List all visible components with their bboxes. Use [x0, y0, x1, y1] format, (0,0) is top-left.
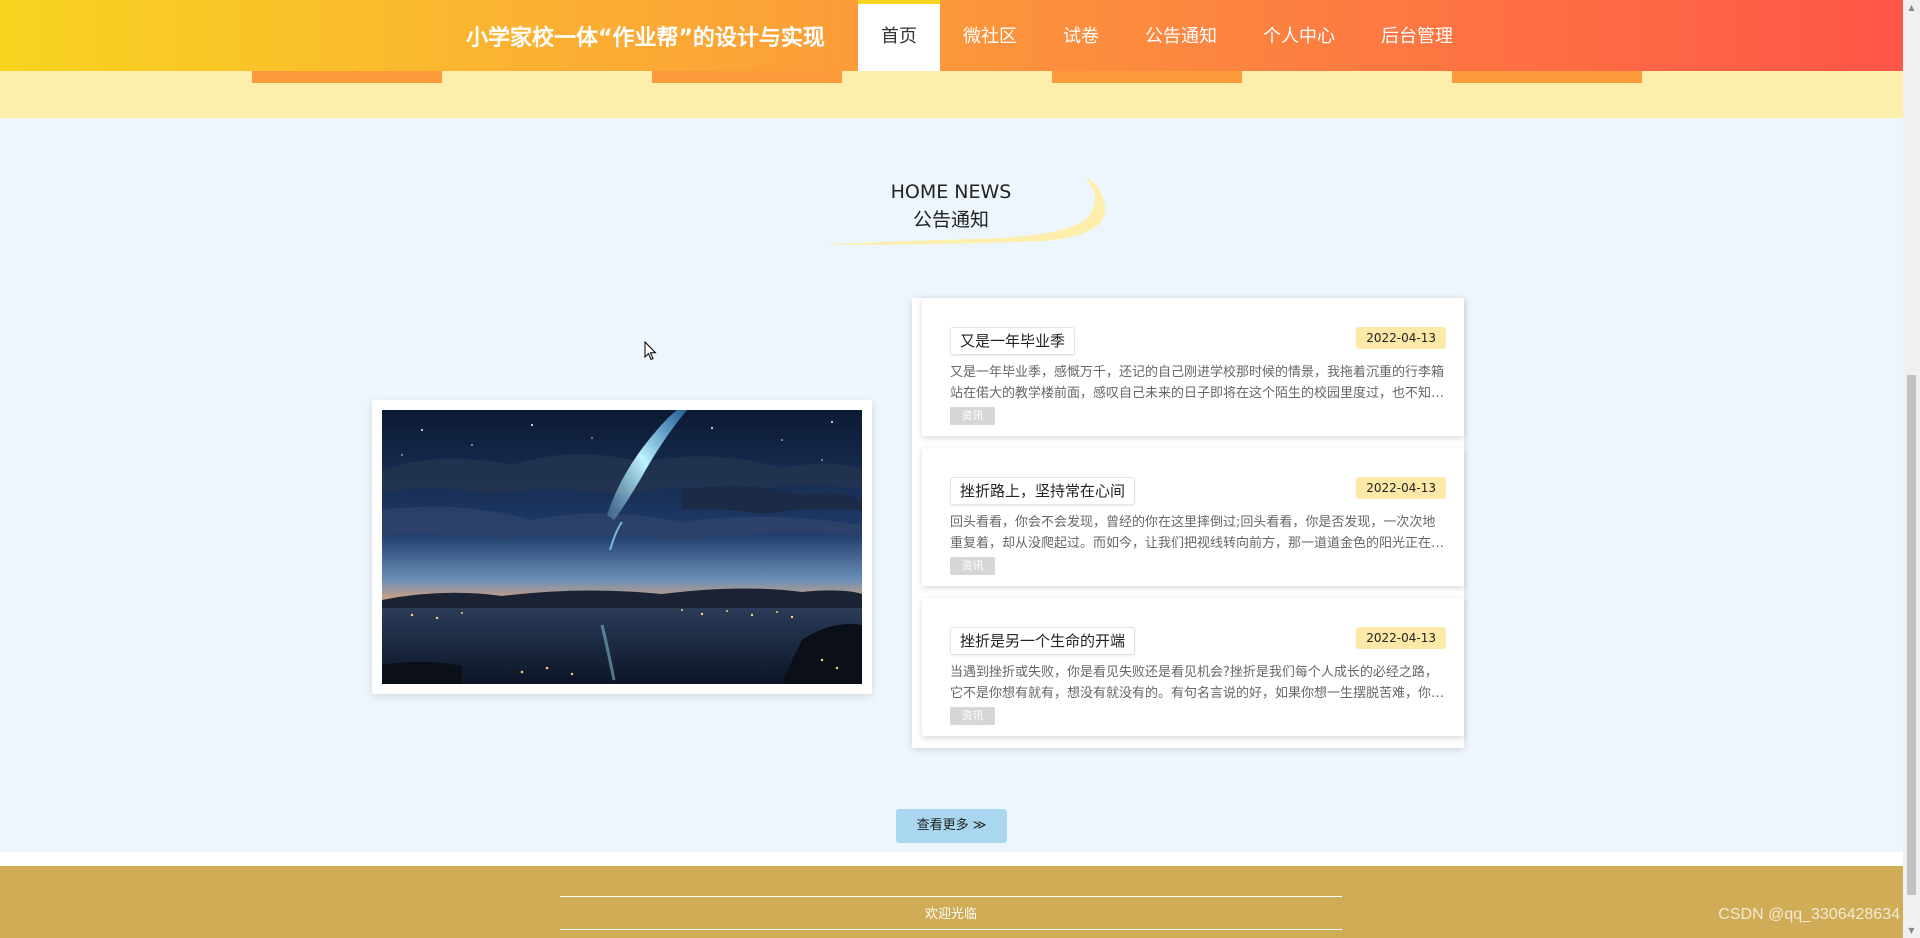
nav-item-exam[interactable]: 试卷	[1040, 0, 1122, 71]
main-nav: 首页 微社区 试卷 公告通知 个人中心 后台管理	[858, 0, 1476, 75]
news-summary: 又是一年毕业季，感慨万千，还记的自己刚进学校那时候的情景，我拖着沉重的行李箱站在…	[950, 365, 1445, 401]
footer-welcome-text: 欢迎光临	[924, 907, 977, 922]
news-item[interactable]: 挫折是另一个生命的开端 2022-04-13 当遇到挫折或失败，你是看见失败还是…	[922, 598, 1464, 736]
nav-item-profile[interactable]: 个人中心	[1240, 0, 1358, 71]
nav-item-community[interactable]: 微社区	[940, 0, 1040, 71]
footer-divider	[560, 929, 1342, 930]
news-title[interactable]: 挫折是另一个生命的开端	[950, 627, 1136, 655]
top-navbar: 小学家校一体“作业帮”的设计与实现 首页 微社区 试卷 公告通知 个人中心 后台…	[0, 0, 1903, 75]
news-tag: 资讯	[950, 407, 995, 425]
footer-divider	[560, 896, 1342, 897]
view-more-button[interactable]: 查看更多 ≫	[896, 809, 1007, 843]
nav-item-home[interactable]: 首页	[858, 0, 940, 75]
news-date-badge: 2022-04-13	[1356, 327, 1446, 349]
view-more-label: 查看更多	[916, 818, 969, 833]
footer-spacer	[0, 852, 1903, 866]
news-list: 又是一年毕业季 2022-04-13 又是一年毕业季，感慨万千，还记的自己刚进学…	[912, 298, 1464, 748]
footer: 欢迎光临	[0, 866, 1903, 938]
scroll-down-arrow-icon[interactable]: ▼	[1907, 926, 1916, 935]
decor-tab	[652, 71, 842, 83]
news-date-badge: 2022-04-13	[1356, 477, 1446, 499]
section-title-en: HOME NEWS	[890, 181, 1012, 203]
nav-item-admin[interactable]: 后台管理	[1358, 0, 1476, 71]
scrollbar-thumb[interactable]	[1907, 375, 1916, 895]
decor-tab	[252, 71, 442, 83]
nav-item-notice[interactable]: 公告通知	[1122, 0, 1240, 71]
sub-banner-strip	[0, 71, 1903, 118]
site-title[interactable]: 小学家校一体“作业帮”的设计与实现	[466, 20, 825, 52]
news-summary: 当遇到挫折或失败，你是看见失败还是看见机会?挫折是我们每个人成长的必经之路，它不…	[950, 665, 1445, 701]
news-title[interactable]: 挫折路上，坚持常在心间	[950, 477, 1136, 505]
news-image-card[interactable]	[372, 400, 872, 694]
mouse-cursor-icon	[644, 341, 657, 361]
vertical-scrollbar[interactable]: ▲ ▼	[1903, 0, 1920, 938]
scroll-up-arrow-icon[interactable]: ▲	[1907, 3, 1916, 12]
news-item[interactable]: 又是一年毕业季 2022-04-13 又是一年毕业季，感慨万千，还记的自己刚进学…	[922, 298, 1464, 436]
news-summary: 回头看看，你会不会发现，曾经的你在这里摔倒过;回头看看，你是否发现，一次次地重复…	[950, 515, 1445, 551]
decor-tab	[1052, 71, 1242, 83]
section-title: HOME NEWS 公告通知	[860, 178, 1042, 234]
double-chevron-right-icon: ≫	[968, 818, 987, 833]
news-title[interactable]: 又是一年毕业季	[950, 327, 1076, 355]
news-date-badge: 2022-04-13	[1356, 627, 1446, 649]
news-item[interactable]: 挫折路上，坚持常在心间 2022-04-13 回头看看，你会不会发现，曾经的你在…	[922, 448, 1464, 586]
news-tag: 资讯	[950, 557, 995, 575]
night-sky-image	[382, 410, 862, 684]
decor-tab	[1452, 71, 1642, 83]
news-tag: 资讯	[950, 707, 995, 725]
section-title-cn: 公告通知	[912, 209, 989, 231]
watermark-text: CSDN @qq_3306428634	[1718, 906, 1900, 923]
